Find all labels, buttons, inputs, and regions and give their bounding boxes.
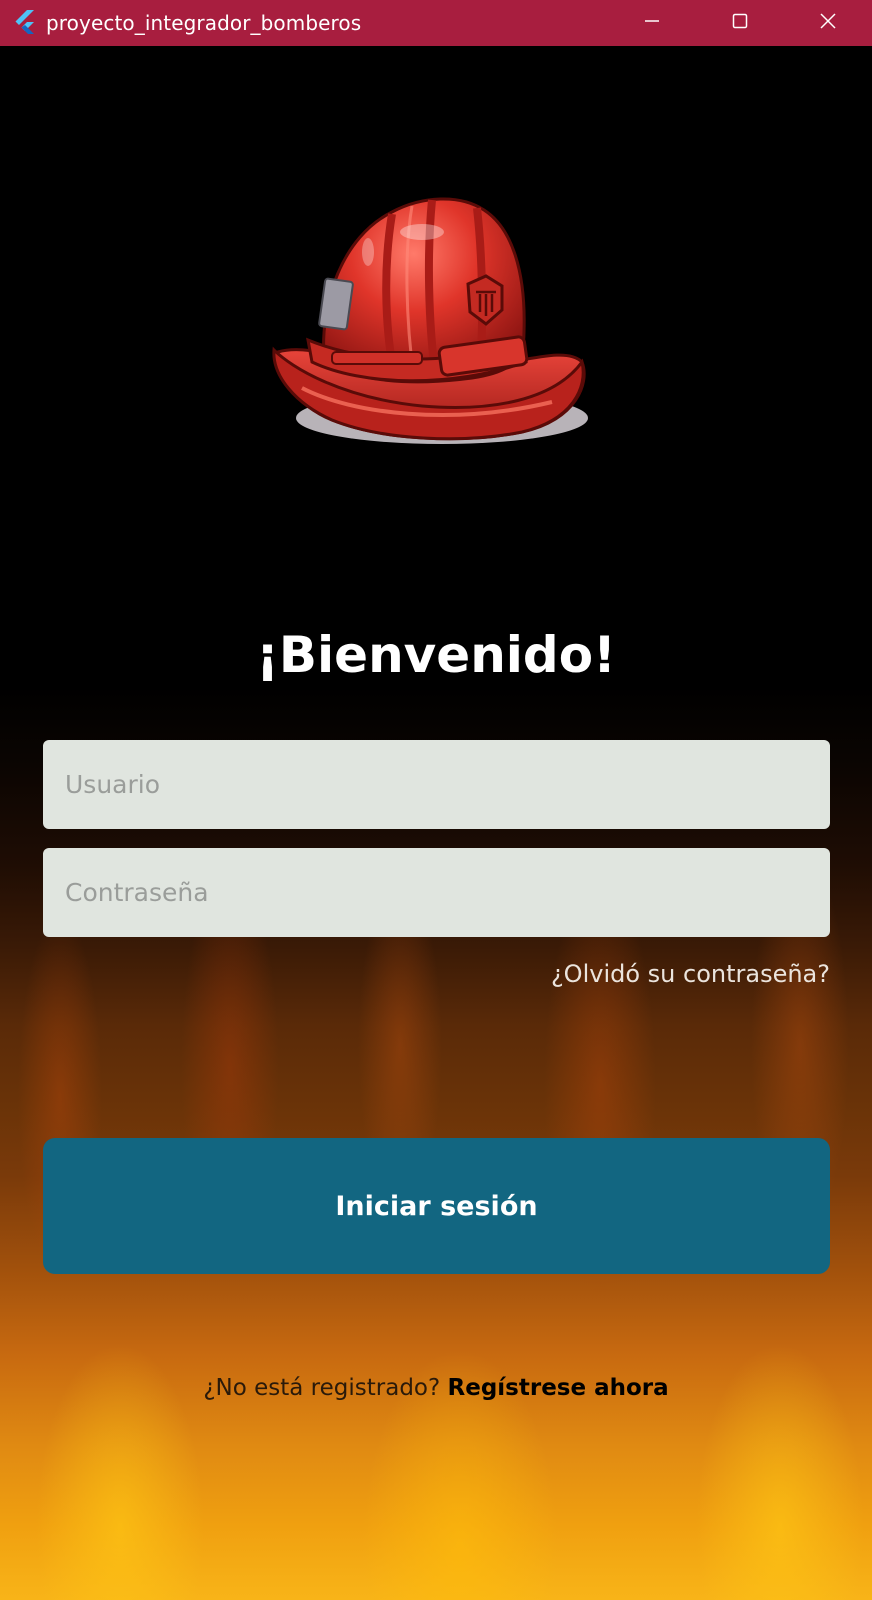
maximize-icon [731,12,749,34]
window-controls [608,0,872,46]
register-question: ¿No está registrado? [203,1375,441,1401]
title-bar[interactable]: proyecto_integrador_bomberos [0,0,872,46]
close-icon [819,12,837,34]
app-window: proyecto_integrador_bomberos ¡Bienvenido… [0,0,872,1600]
register-link[interactable]: Regístrese ahora [448,1375,669,1401]
close-button[interactable] [784,0,872,46]
firefighter-helmet-icon [272,192,594,454]
register-prompt: ¿No está registrado? Regístrese ahora [0,1375,872,1401]
minimize-icon [643,12,661,34]
minimize-button[interactable] [608,0,696,46]
window-title: proyecto_integrador_bomberos [46,11,362,35]
welcome-heading: ¡Bienvenido! [256,626,616,684]
username-input[interactable] [43,740,830,829]
forgot-password-link[interactable]: ¿Olvidó su contraseña? [551,960,830,988]
login-button[interactable]: Iniciar sesión [43,1138,830,1274]
flutter-icon [12,9,38,37]
password-input[interactable] [43,848,830,937]
maximize-button[interactable] [696,0,784,46]
